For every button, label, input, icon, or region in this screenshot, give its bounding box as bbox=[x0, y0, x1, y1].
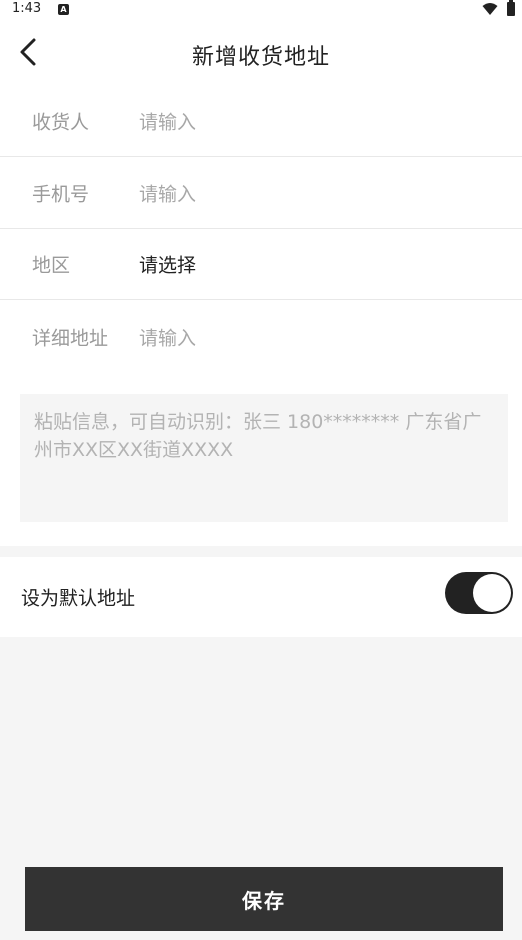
paste-textarea[interactable]: 粘贴信息，可自动识别：张三 180******** 广东省广州市XX区XX街道X… bbox=[20, 394, 508, 522]
paste-section: 粘贴信息，可自动识别：张三 180******** 广东省广州市XX区XX街道X… bbox=[0, 372, 522, 546]
a-icon: A bbox=[58, 4, 69, 15]
phone-row[interactable]: 手机号 请输入 bbox=[0, 157, 522, 229]
detail-address-input[interactable]: 请输入 bbox=[139, 323, 196, 350]
consignee-input[interactable]: 请输入 bbox=[139, 108, 196, 135]
header: 新增收货地址 bbox=[0, 20, 522, 86]
default-address-row: 设为默认地址 bbox=[0, 557, 522, 637]
detail-address-row[interactable]: 详细地址 请输入 bbox=[0, 300, 522, 374]
region-select[interactable]: 请选择 bbox=[139, 251, 196, 278]
consignee-row[interactable]: 收货人 请输入 bbox=[0, 86, 522, 157]
consignee-label: 收货人 bbox=[32, 111, 90, 134]
wifi-icon bbox=[482, 3, 498, 15]
region-row[interactable]: 地区 请选择 bbox=[0, 229, 522, 300]
default-address-label: 设为默认地址 bbox=[21, 587, 136, 610]
toggle-knob bbox=[473, 574, 511, 612]
battery-icon bbox=[507, 0, 515, 16]
save-button[interactable]: 保存 bbox=[25, 867, 503, 931]
status-bar: 1:43 A bbox=[0, 0, 522, 20]
page-title: 新增收货地址 bbox=[191, 45, 330, 70]
address-form: 收货人 请输入 手机号 请输入 地区 请选择 详细地址 请输入 bbox=[0, 86, 522, 374]
detail-address-label: 详细地址 bbox=[32, 327, 109, 349]
default-address-toggle[interactable] bbox=[445, 572, 513, 614]
region-label: 地区 bbox=[32, 254, 71, 277]
phone-input[interactable]: 请输入 bbox=[139, 179, 196, 206]
phone-label: 手机号 bbox=[32, 183, 90, 205]
status-time: 1:43 bbox=[12, 1, 42, 16]
